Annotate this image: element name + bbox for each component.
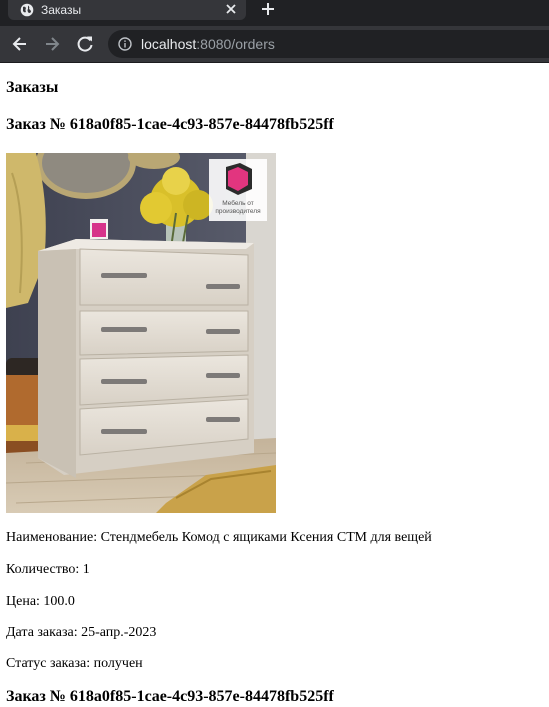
info-icon[interactable]: [118, 37, 132, 51]
order-product-name: Наименование: Стендмебель Комод с ящикам…: [6, 530, 432, 545]
product-image: Мебель от производителя: [6, 153, 276, 513]
page-title: Заказы: [6, 79, 59, 96]
address-bar[interactable]: localhost:8080/orders: [108, 30, 549, 58]
close-icon[interactable]: [224, 2, 238, 16]
order-title: Заказ № 618a0f85-1cae-4c93-857e-84478fb5…: [6, 116, 334, 133]
order-date: Дата заказа: 25-апр.-2023: [6, 625, 157, 640]
globe-icon: [20, 3, 34, 17]
browser-chrome: Заказы localhost:8080/orders: [0, 0, 549, 63]
new-tab-icon[interactable]: [258, 0, 278, 18]
tab-title: Заказы: [41, 3, 82, 17]
url-text: localhost:8080/orders: [141, 36, 275, 52]
order-quantity: Количество: 1: [6, 562, 90, 577]
back-arrow-icon[interactable]: [10, 34, 30, 54]
svg-text:производителя: производителя: [215, 208, 261, 215]
tab-strip: Заказы: [0, 0, 549, 26]
order-price: Цена: 100.0: [6, 594, 75, 609]
order-status: Статус заказа: получен: [6, 656, 143, 671]
forward-arrow-icon[interactable]: [42, 34, 62, 54]
order-title: Заказ № 618a0f85-1cae-4c93-857e-84478fb5…: [6, 688, 334, 705]
url-host: localhost: [141, 36, 197, 52]
browser-toolbar: localhost:8080/orders: [0, 26, 549, 63]
svg-text:Мебель от: Мебель от: [222, 199, 254, 207]
browser-tab[interactable]: Заказы: [8, 0, 246, 20]
reload-icon[interactable]: [75, 34, 95, 54]
url-path: :8080/orders: [196, 36, 275, 52]
